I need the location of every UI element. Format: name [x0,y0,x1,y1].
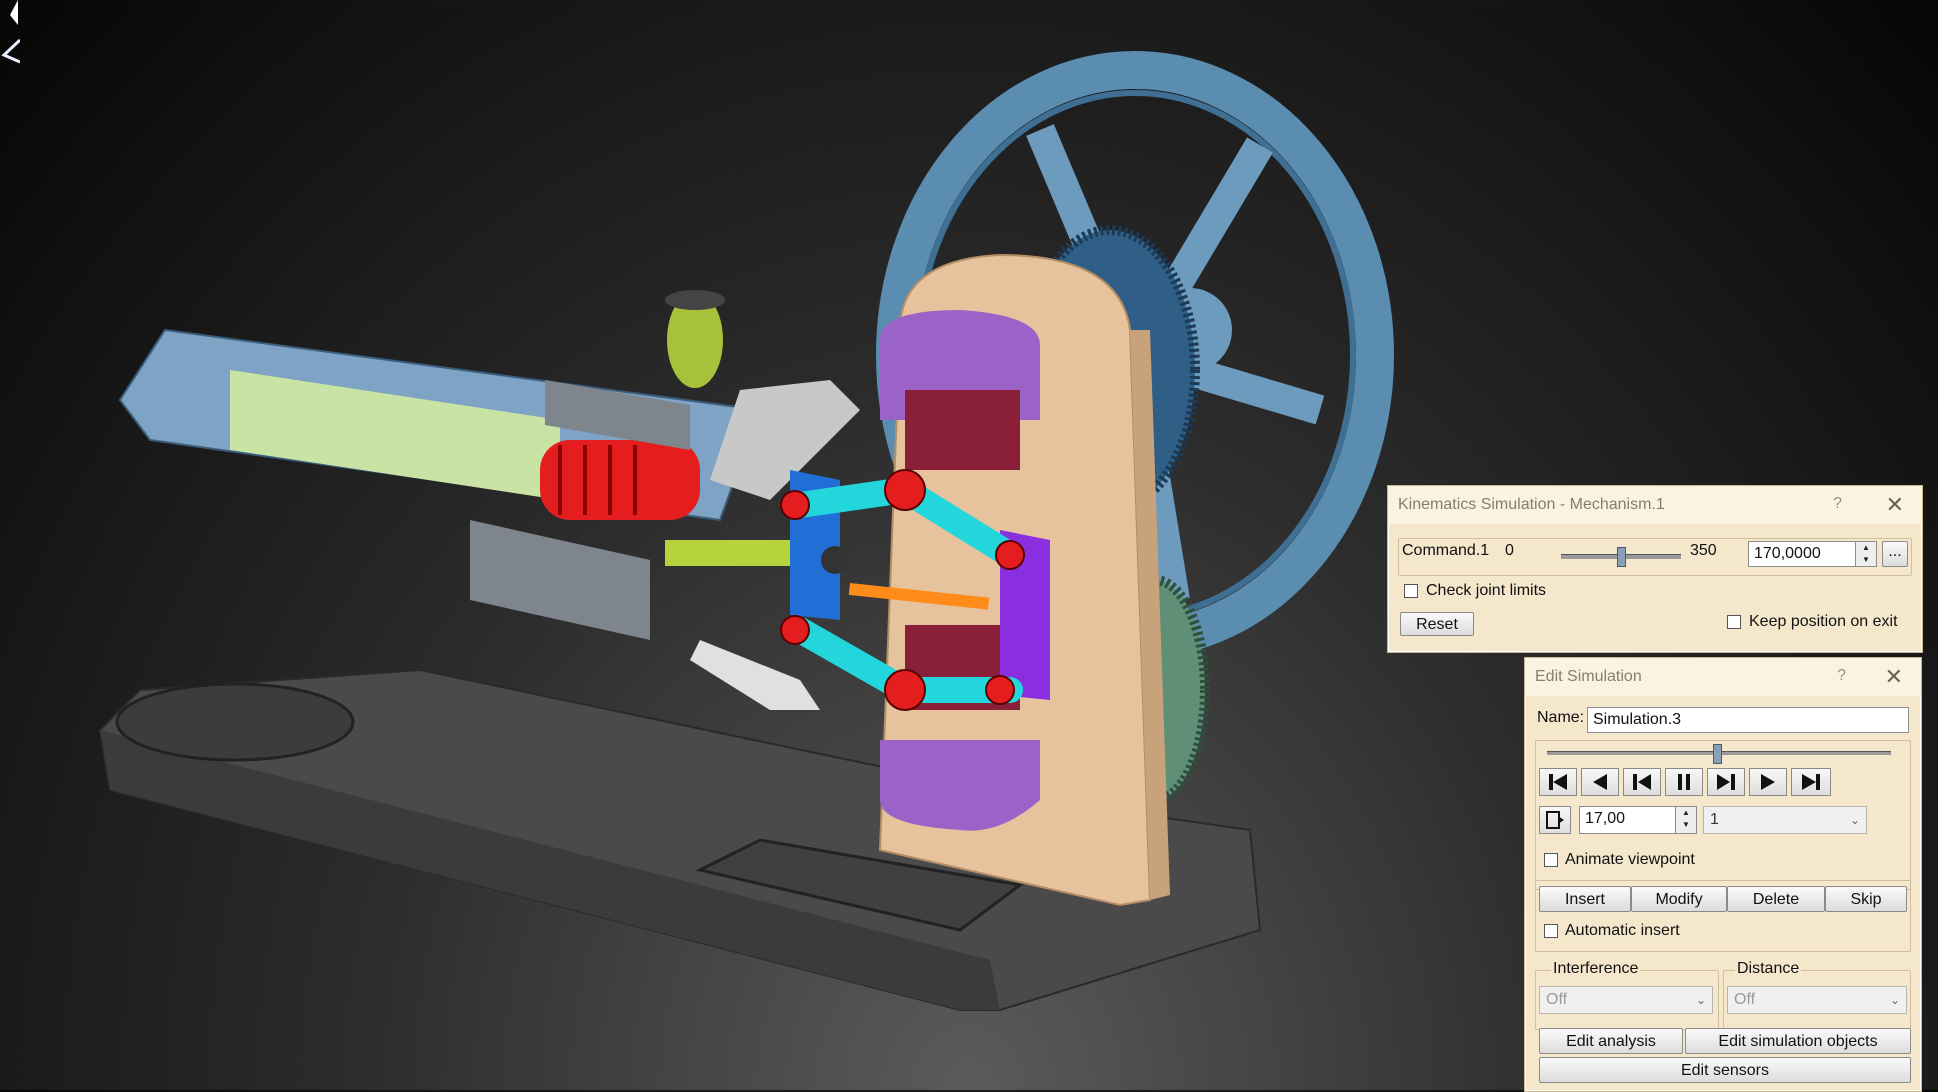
skip-to-end-icon [1802,774,1820,790]
delete-button[interactable]: Delete [1727,886,1825,912]
help-icon[interactable]: ? [1833,495,1842,513]
check-joint-limits-label: Check joint limits [1426,582,1547,599]
interference-combo[interactable]: Off ⌄ [1539,986,1713,1014]
command-slider-thumb[interactable] [1616,547,1626,567]
command-value-field[interactable]: 170,0000 [1748,541,1860,567]
distance-combo[interactable]: Off ⌄ [1727,986,1907,1014]
step-backward-button[interactable] [1623,768,1661,796]
play-forward-icon [1761,774,1775,790]
compass-icon[interactable] [0,0,20,70]
name-field[interactable]: Simulation.3 [1587,707,1909,733]
step-backward-icon [1633,774,1651,790]
edit-simulation-objects-button[interactable]: Edit simulation objects [1685,1028,1911,1054]
spin-down-icon[interactable]: ▼ [1856,554,1876,566]
step-value-field[interactable]: 17,00 [1579,806,1679,834]
edit-simulation-title: Edit Simulation [1535,668,1642,685]
interference-value: Off [1546,991,1568,1008]
reset-button[interactable]: Reset [1400,612,1474,636]
distance-value: Off [1734,991,1756,1008]
loop-mode-icon [1546,811,1564,829]
animate-viewpoint-label: Animate viewpoint [1565,851,1695,868]
spin-up-icon[interactable]: ▲ [1676,807,1696,819]
insert-button[interactable]: Insert [1539,886,1631,912]
edit-simulation-titlebar[interactable]: Edit Simulation ? ✕ [1525,658,1921,696]
keep-position-label: Keep position on exit [1749,613,1898,630]
kinematics-title: Kinematics Simulation - Mechanism.1 [1398,496,1665,513]
more-button[interactable]: ... [1882,541,1908,567]
automatic-insert-label: Automatic insert [1565,922,1680,939]
step-value-spinner[interactable]: ▲ ▼ [1675,806,1697,834]
step-forward-icon [1717,774,1735,790]
spin-up-icon[interactable]: ▲ [1856,542,1876,554]
command-value-spinner[interactable]: ▲ ▼ [1855,541,1877,567]
name-label: Name: [1537,709,1585,726]
skip-button[interactable]: Skip [1825,886,1907,912]
play-backward-button[interactable] [1581,768,1619,796]
close-icon[interactable]: ✕ [1885,664,1903,690]
close-icon[interactable]: ✕ [1886,492,1904,518]
help-icon[interactable]: ? [1837,667,1846,685]
animate-viewpoint-checkbox[interactable] [1544,853,1558,867]
chevron-down-icon: ⌄ [1849,813,1860,827]
timeline-slider-thumb[interactable] [1712,744,1722,764]
forward-to-end-button[interactable] [1791,768,1831,796]
command-slider[interactable] [1561,547,1681,567]
spin-down-icon[interactable]: ▼ [1676,819,1696,831]
timeline-slider[interactable] [1547,744,1891,764]
slider-max-label: 350 [1690,542,1717,559]
distance-label: Distance [1735,960,1802,978]
play-forward-button[interactable] [1749,768,1787,796]
edit-analysis-button[interactable]: Edit analysis [1539,1028,1683,1054]
step-combo-value: 1 [1710,811,1719,828]
slider-min-label: 0 [1505,542,1514,559]
edit-sensors-button[interactable]: Edit sensors [1539,1057,1911,1083]
keep-position-checkbox[interactable] [1727,615,1741,629]
pause-icon [1678,774,1690,790]
automatic-insert-checkbox[interactable] [1544,924,1558,938]
change-loop-mode-button[interactable] [1539,806,1571,834]
play-backward-icon [1593,774,1607,790]
check-joint-limits-checkbox[interactable] [1404,584,1418,598]
command-label: Command.1 [1402,542,1490,559]
rewind-to-start-button[interactable] [1539,768,1577,796]
interference-label: Interference [1551,960,1641,978]
step-combo[interactable]: 1 ⌄ [1703,806,1867,834]
modify-button[interactable]: Modify [1631,886,1727,912]
chevron-down-icon: ⌄ [1889,993,1900,1007]
edit-simulation-dialog: Edit Simulation ? ✕ Name: Simulation.3 1… [1524,657,1922,1092]
skip-to-start-icon [1549,774,1567,790]
pause-button[interactable] [1665,768,1703,796]
step-forward-button[interactable] [1707,768,1745,796]
chevron-down-icon: ⌄ [1695,993,1706,1007]
kinematics-simulation-dialog: Kinematics Simulation - Mechanism.1 ? ✕ … [1387,485,1923,653]
kinematics-titlebar[interactable]: Kinematics Simulation - Mechanism.1 ? ✕ [1388,486,1922,524]
